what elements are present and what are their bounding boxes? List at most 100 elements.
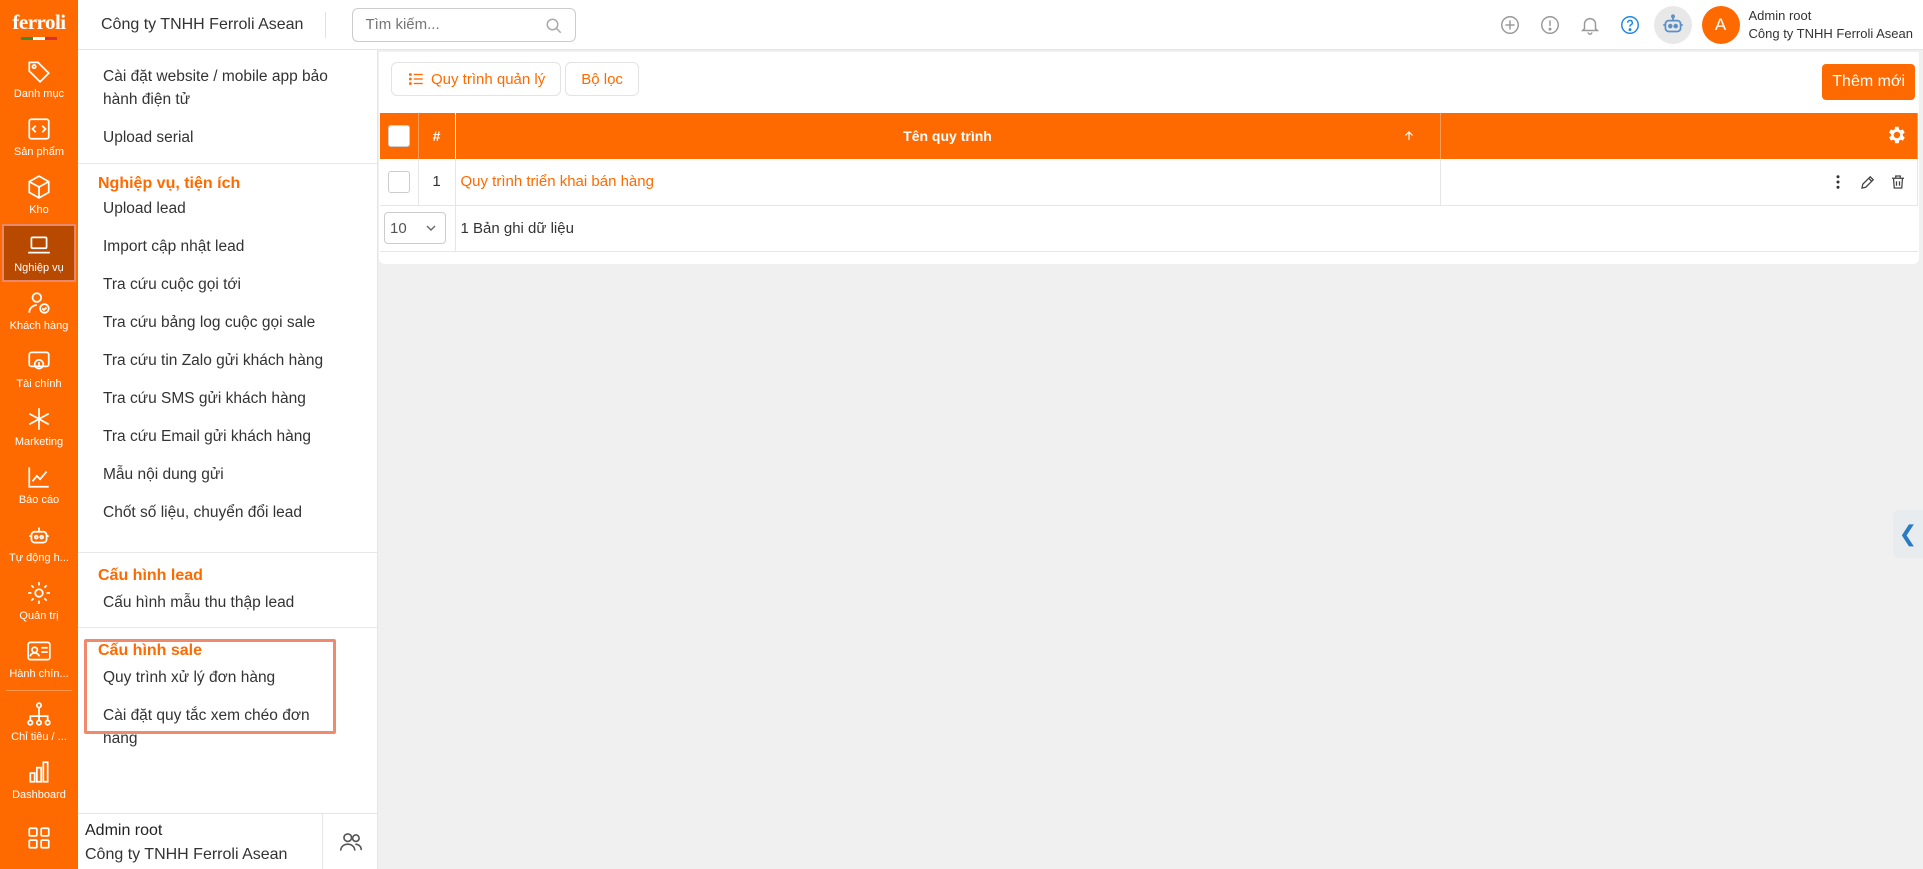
line-chart-icon bbox=[28, 467, 49, 488]
column-name-label: Tên quy trình bbox=[903, 128, 992, 144]
box-icon bbox=[28, 175, 50, 199]
search-icon[interactable] bbox=[545, 17, 563, 35]
column-header-index: # bbox=[418, 113, 456, 159]
submenu-item-business-1[interactable]: Import cập nhật lead bbox=[78, 237, 377, 275]
rail-item-6[interactable]: Marketing bbox=[0, 398, 78, 456]
row-select-cell bbox=[380, 159, 419, 206]
submenu-item-cross-view-rules[interactable]: Cài đặt quy tắc xem chéo đơn hàng bbox=[78, 704, 338, 750]
submenu-item-business-2[interactable]: Tra cứu cuộc gọi tới bbox=[78, 275, 377, 313]
user-avatar[interactable]: A bbox=[1701, 6, 1740, 44]
submenu-item-business-0[interactable]: Upload lead bbox=[78, 199, 377, 237]
gear-icon[interactable] bbox=[1885, 124, 1907, 146]
switch-account-button[interactable] bbox=[322, 814, 378, 869]
rail-item-label: Nghiệp vụ bbox=[14, 262, 64, 274]
rail-item-0[interactable]: Danh mục bbox=[0, 50, 78, 108]
submenu-item-business-7[interactable]: Mẫu nội dung gửi bbox=[78, 465, 377, 503]
rail-item-label: Hành chín... bbox=[9, 668, 69, 680]
page-size-value: 10 bbox=[390, 219, 407, 237]
column-header-name[interactable]: Tên quy trình bbox=[455, 113, 1441, 159]
id-card-icon bbox=[27, 641, 51, 661]
submenu-item-business-8[interactable]: Chốt số liệu, chuyển đổi lead bbox=[78, 503, 377, 541]
footer-user-company: Công ty TNHH Ferroli Asean bbox=[85, 846, 288, 863]
rail-item-9[interactable]: Quản trị bbox=[0, 572, 78, 630]
logo-flag-bar bbox=[21, 37, 57, 40]
rail-item-5[interactable]: Tài chính bbox=[0, 340, 78, 398]
collapse-panel-tab[interactable]: ❮ bbox=[1893, 510, 1923, 558]
rail-item-label: Khách hàng bbox=[9, 320, 69, 332]
table-row[interactable]: 1 Quy trình triển khai bán hàng bbox=[380, 159, 1918, 206]
user-name: Admin root bbox=[1748, 8, 1812, 23]
sort-arrow-up-icon[interactable] bbox=[1402, 129, 1416, 143]
submenu-item-business-6[interactable]: Tra cứu Email gửi khách hàng bbox=[78, 427, 377, 465]
rail-item-label: Kho bbox=[29, 204, 49, 216]
add-new-button[interactable]: Thêm mới bbox=[1822, 64, 1915, 100]
alert-circle-icon[interactable] bbox=[1530, 5, 1570, 45]
money-icon bbox=[28, 351, 50, 370]
gear-icon bbox=[28, 582, 50, 604]
select-all-checkbox[interactable] bbox=[387, 125, 410, 147]
page-size-select[interactable]: 10 bbox=[384, 212, 446, 244]
rail-item-12[interactable]: Dashboard bbox=[0, 751, 78, 809]
list-icon bbox=[408, 73, 423, 85]
rail-item-11[interactable]: Chỉ tiêu / ... bbox=[0, 693, 78, 751]
rail-item-more[interactable] bbox=[0, 809, 78, 867]
chevron-down-icon bbox=[426, 225, 436, 231]
submenu-footer: Admin root Công ty TNHH Ferroli Asean bbox=[78, 813, 378, 869]
tab-manage-process[interactable]: Quy trình quản lý bbox=[391, 62, 562, 96]
help-icon[interactable] bbox=[1610, 5, 1650, 45]
brand-logo[interactable]: ferroli bbox=[0, 0, 78, 50]
rail-item-2[interactable]: Kho bbox=[0, 166, 78, 224]
pagination-row: 10 1 Bản ghi dữ liệu bbox=[380, 205, 1918, 252]
row-checkbox[interactable] bbox=[387, 170, 410, 193]
icon-rail: ferroli Danh mục Sản phẩm Kho Nghiệp vụ Khác… bbox=[0, 0, 78, 869]
record-count: 1 Bản ghi dữ liệu bbox=[455, 205, 1918, 252]
add-circle-icon[interactable] bbox=[1490, 5, 1530, 45]
rail-item-label: Quản trị bbox=[19, 610, 59, 622]
robot-icon bbox=[29, 527, 49, 544]
header-company-name: Công ty TNHH Ferroli Asean bbox=[78, 11, 327, 38]
grid-icon bbox=[28, 827, 50, 849]
process-table: # Tên quy trình 1 Quy trình triển khai b… bbox=[380, 113, 1918, 252]
search-box[interactable] bbox=[352, 7, 577, 42]
submenu-item-business-5[interactable]: Tra cứu SMS gửi khách hàng bbox=[78, 389, 377, 427]
tab-manage-label: Quy trình quản lý bbox=[431, 70, 546, 88]
rail-item-label: Báo cáo bbox=[18, 494, 60, 506]
rail-item-label: Marketing bbox=[14, 436, 64, 448]
rail-item-3[interactable]: Nghiệp vụ bbox=[2, 224, 76, 282]
submenu-item-upload-serial[interactable]: Upload serial bbox=[78, 126, 377, 149]
more-vertical-icon[interactable] bbox=[1829, 173, 1847, 191]
rail-item-label: Tài chính bbox=[16, 378, 62, 390]
submenu-item-business-4[interactable]: Tra cứu tin Zalo gửi khách hàng bbox=[78, 351, 377, 389]
bell-icon[interactable] bbox=[1570, 5, 1610, 45]
ai-assistant-button[interactable] bbox=[1653, 6, 1692, 44]
edit-pencil-icon[interactable] bbox=[1859, 173, 1877, 191]
header-select-all-cell bbox=[380, 113, 419, 159]
rail-item-8[interactable]: Tự động h... bbox=[0, 514, 78, 572]
rail-item-label: Danh mục bbox=[13, 88, 65, 100]
user-info[interactable]: Admin root Công ty TNHH Ferroli Asean bbox=[1749, 7, 1914, 43]
top-header: Công ty TNHH Ferroli Asean A Admin root … bbox=[78, 0, 1923, 50]
tab-filter[interactable]: Bộ lọc bbox=[565, 62, 639, 96]
bar-chart-icon bbox=[29, 761, 49, 783]
users-icon bbox=[339, 833, 362, 851]
rail-divider bbox=[6, 690, 72, 691]
process-name-link[interactable]: Quy trình triển khai bán hàng bbox=[461, 173, 654, 190]
rail-item-4[interactable]: Khách hàng bbox=[0, 282, 78, 340]
rail-item-1[interactable]: Sản phẩm bbox=[0, 108, 78, 166]
rail-item-10[interactable]: Hành chín... bbox=[0, 630, 78, 688]
rail-item-label: Dashboard bbox=[12, 789, 66, 801]
trash-icon[interactable] bbox=[1889, 173, 1907, 191]
submenu-item-order-process[interactable]: Quy trình xử lý đơn hàng bbox=[78, 666, 377, 689]
tag-icon bbox=[28, 61, 50, 84]
chevron-left-icon: ❮ bbox=[1898, 521, 1918, 546]
user-company: Công ty TNHH Ferroli Asean bbox=[1748, 26, 1914, 41]
submenu-item-business-3[interactable]: Tra cứu bảng log cuộc gọi sale bbox=[78, 313, 377, 351]
asterisk-icon bbox=[28, 408, 50, 430]
rail-item-7[interactable]: Báo cáo bbox=[0, 456, 78, 514]
hierarchy-icon bbox=[27, 702, 51, 726]
rail-item-label: Chỉ tiêu / ... bbox=[11, 731, 67, 743]
submenu-item-warranty-settings[interactable]: Cài đặt website / mobile app bảo hành đi… bbox=[78, 65, 358, 111]
main-content: Quy trình quản lý Bộ lọc Thêm mới # Tên … bbox=[379, 50, 1923, 869]
submenu-item-lead-form[interactable]: Cấu hình mẫu thu thập lead bbox=[78, 591, 377, 614]
search-input[interactable] bbox=[353, 8, 534, 41]
